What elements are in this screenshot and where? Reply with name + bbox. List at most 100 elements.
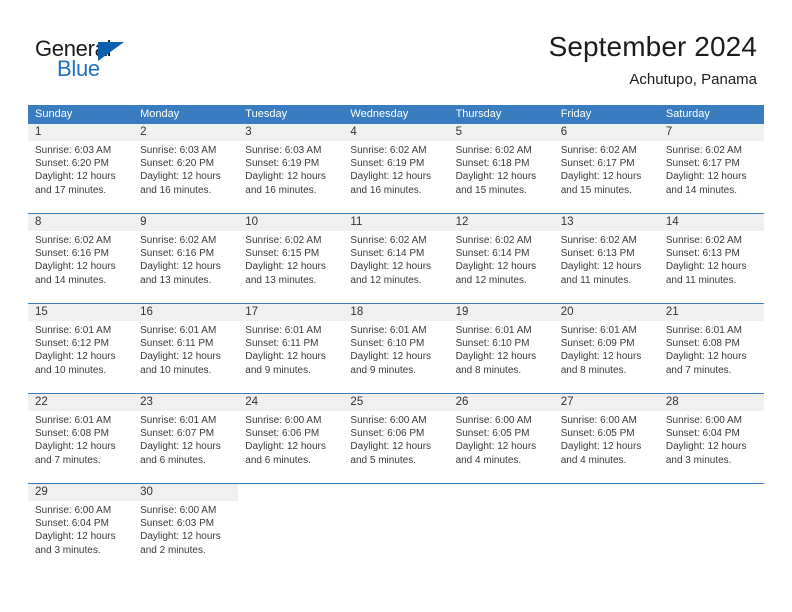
sunset-text: Sunset: 6:20 PM <box>35 158 109 170</box>
day-number: 7 <box>658 124 764 141</box>
sunset-text: Sunset: 6:12 PM <box>35 338 109 350</box>
sunrise-text: Sunrise: 6:00 AM <box>350 415 427 426</box>
sunrise-text: Sunrise: 6:02 AM <box>665 145 742 156</box>
sunrise-text: Sunrise: 6:02 AM <box>560 145 637 156</box>
day-cell[interactable]: 22 Sunrise: 6:01 AM Sunset: 6:08 PM Dayligh… <box>28 394 134 483</box>
sunset-text: Sunset: 6:17 PM <box>560 158 635 170</box>
day-details: Sunrise: 6:01 AM Sunset: 6:10 PM Daylight:… <box>449 321 554 377</box>
day-details: Sunrise: 6:00 AM Sunset: 6:06 PM Daylight:… <box>343 411 448 467</box>
sunrise-text: Sunrise: 6:03 AM <box>245 145 322 156</box>
daylight-text-line2: and 5 minutes. <box>350 454 417 466</box>
daylight-text-line1: Daylight: 12 hours <box>35 261 116 273</box>
day-details: Sunrise: 6:01 AM Sunset: 6:08 PM Daylight:… <box>28 411 133 467</box>
sunset-text: Sunset: 6:13 PM <box>560 248 635 260</box>
general-blue-logo[interactable]: General Blue <box>35 36 235 86</box>
sunrise-text: Sunrise: 6:02 AM <box>350 145 427 156</box>
day-cell[interactable]: 21 Sunrise: 6:01 AM Sunset: 6:08 PM Dayligh… <box>658 304 764 393</box>
sunset-text: Sunset: 6:08 PM <box>35 428 109 440</box>
day-number <box>659 484 764 501</box>
day-number: 1 <box>28 124 134 141</box>
day-cell[interactable]: 4 Sunrise: 6:02 AM Sunset: 6:19 PM Daylight… <box>343 124 449 213</box>
day-cell[interactable]: 16 Sunrise: 6:01 AM Sunset: 6:11 PM Dayligh… <box>133 304 239 393</box>
day-cell[interactable]: 25 Sunrise: 6:00 AM Sunset: 6:06 PM Dayligh… <box>343 394 449 483</box>
sunset-text: Sunset: 6:11 PM <box>245 338 319 350</box>
daylight-text-line2: and 6 minutes. <box>140 454 206 466</box>
sunrise-text: Sunrise: 6:00 AM <box>560 415 637 426</box>
weekday-wednesday: Wednesday <box>350 108 409 120</box>
sunset-text: Sunset: 6:18 PM <box>455 158 530 170</box>
daylight-text-line2: and 7 minutes. <box>665 364 732 376</box>
day-details <box>554 501 659 504</box>
day-details: Sunrise: 6:00 AM Sunset: 6:05 PM Daylight:… <box>449 411 554 467</box>
day-cell[interactable]: 28 Sunrise: 6:00 AM Sunset: 6:04 PM Dayligh… <box>658 394 764 483</box>
sunrise-text: Sunrise: 6:02 AM <box>245 235 322 246</box>
daylight-text-line1: Daylight: 12 hours <box>455 351 537 363</box>
day-cell[interactable]: 14 Sunrise: 6:02 AM Sunset: 6:13 PM Dayligh… <box>658 214 764 303</box>
daylight-text-line2: and 2 minutes. <box>140 544 206 556</box>
daylight-text-line2: and 9 minutes. <box>350 364 417 376</box>
day-cell[interactable]: 15 Sunrise: 6:01 AM Sunset: 6:12 PM Dayligh… <box>28 304 134 393</box>
day-cell[interactable]: 27 Sunrise: 6:00 AM Sunset: 6:05 PM Dayligh… <box>553 394 659 483</box>
logo-text-blue: Blue <box>57 56 100 81</box>
day-cell[interactable]: 5 Sunrise: 6:02 AM Sunset: 6:18 PM Daylight… <box>448 124 554 213</box>
sunset-text: Sunset: 6:10 PM <box>350 338 425 350</box>
daylight-text-line1: Daylight: 12 hours <box>35 441 116 453</box>
day-details <box>449 501 554 504</box>
sunset-text: Sunset: 6:04 PM <box>35 518 109 530</box>
day-cell[interactable]: 29 Sunrise: 6:00 AM Sunset: 6:04 PM Dayligh… <box>28 484 134 573</box>
day-number: 4 <box>343 124 449 141</box>
day-details: Sunrise: 6:01 AM Sunset: 6:10 PM Daylight:… <box>343 321 448 377</box>
day-number: 15 <box>28 304 134 321</box>
day-details <box>238 501 343 504</box>
day-number <box>554 484 659 501</box>
day-cell[interactable]: 19 Sunrise: 6:01 AM Sunset: 6:10 PM Dayligh… <box>448 304 554 393</box>
daylight-text-line2: and 13 minutes. <box>140 274 212 286</box>
day-cell[interactable]: 7 Sunrise: 6:02 AM Sunset: 6:17 PM Daylight… <box>658 124 764 213</box>
daylight-text-line1: Daylight: 12 hours <box>560 171 642 183</box>
daylight-text-line2: and 4 minutes. <box>455 454 522 466</box>
daylight-text-line1: Daylight: 12 hours <box>140 171 221 183</box>
day-cell[interactable]: 8 Sunrise: 6:02 AM Sunset: 6:16 PM Daylight… <box>28 214 134 303</box>
sunset-text: Sunset: 6:05 PM <box>560 428 635 440</box>
day-number <box>238 484 343 501</box>
day-cell[interactable]: 9 Sunrise: 6:02 AM Sunset: 6:16 PM Daylight… <box>133 214 239 303</box>
day-cell[interactable]: 18 Sunrise: 6:01 AM Sunset: 6:10 PM Dayligh… <box>343 304 449 393</box>
sunset-text: Sunset: 6:08 PM <box>665 338 740 350</box>
day-number: 5 <box>448 124 554 141</box>
day-cell[interactable]: 30 Sunrise: 6:00 AM Sunset: 6:03 PM Dayligh… <box>133 484 239 573</box>
daylight-text-line2: and 6 minutes. <box>245 454 311 466</box>
day-cell[interactable]: 3 Sunrise: 6:03 AM Sunset: 6:19 PM Daylight… <box>238 124 344 213</box>
daylight-text-line2: and 12 minutes. <box>455 274 527 286</box>
sunrise-text: Sunrise: 6:00 AM <box>245 415 322 426</box>
day-cell[interactable]: 26 Sunrise: 6:00 AM Sunset: 6:05 PM Dayligh… <box>448 394 554 483</box>
day-cell[interactable]: 13 Sunrise: 6:02 AM Sunset: 6:13 PM Dayligh… <box>553 214 659 303</box>
daylight-text-line1: Daylight: 12 hours <box>245 351 326 363</box>
daylight-text-line1: Daylight: 12 hours <box>140 351 221 363</box>
day-cell[interactable]: 1 Sunrise: 6:03 AM Sunset: 6:20 PM Daylight… <box>28 124 134 213</box>
day-cell[interactable]: 11 Sunrise: 6:02 AM Sunset: 6:14 PM Dayligh… <box>343 214 449 303</box>
day-details: Sunrise: 6:02 AM Sunset: 6:15 PM Daylight:… <box>238 231 343 287</box>
daylight-text-line1: Daylight: 12 hours <box>560 351 642 363</box>
day-number: 28 <box>658 394 764 411</box>
sunset-text: Sunset: 6:10 PM <box>455 338 530 350</box>
day-cell[interactable]: 23 Sunrise: 6:01 AM Sunset: 6:07 PM Dayligh… <box>133 394 239 483</box>
day-details: Sunrise: 6:00 AM Sunset: 6:05 PM Daylight:… <box>554 411 659 467</box>
sunset-text: Sunset: 6:11 PM <box>140 338 214 350</box>
daylight-text-line1: Daylight: 12 hours <box>35 171 116 183</box>
day-number: 19 <box>448 304 554 321</box>
day-cell[interactable]: 12 Sunrise: 6:02 AM Sunset: 6:14 PM Dayligh… <box>448 214 554 303</box>
logo-triangle-icon <box>98 42 124 61</box>
sunrise-text: Sunrise: 6:02 AM <box>455 235 532 246</box>
day-cell[interactable]: 10 Sunrise: 6:02 AM Sunset: 6:15 PM Dayligh… <box>238 214 344 303</box>
sunset-text: Sunset: 6:19 PM <box>245 158 320 170</box>
day-number: 23 <box>133 394 239 411</box>
day-cell[interactable]: 24 Sunrise: 6:00 AM Sunset: 6:06 PM Dayligh… <box>238 394 344 483</box>
day-details: Sunrise: 6:02 AM Sunset: 6:16 PM Daylight:… <box>28 231 133 287</box>
day-cell[interactable]: 6 Sunrise: 6:02 AM Sunset: 6:17 PM Daylight… <box>553 124 659 213</box>
day-number: 10 <box>238 214 344 231</box>
day-cell[interactable]: 20 Sunrise: 6:01 AM Sunset: 6:09 PM Dayligh… <box>553 304 659 393</box>
daylight-text-line1: Daylight: 12 hours <box>455 441 537 453</box>
sunrise-text: Sunrise: 6:02 AM <box>350 235 427 246</box>
day-cell[interactable]: 17 Sunrise: 6:01 AM Sunset: 6:11 PM Dayligh… <box>238 304 344 393</box>
day-cell[interactable]: 2 Sunrise: 6:03 AM Sunset: 6:20 PM Daylight… <box>133 124 239 213</box>
